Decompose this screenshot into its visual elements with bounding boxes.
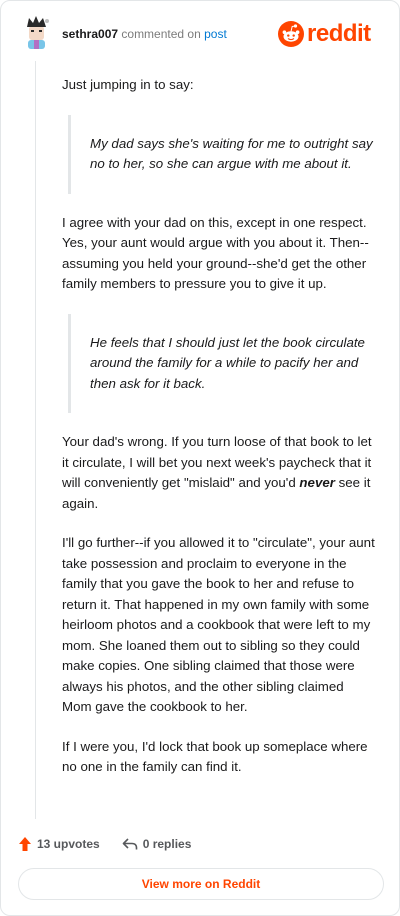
post-link[interactable]: post: [204, 27, 227, 41]
thread-line: [35, 61, 36, 819]
username-link[interactable]: sethra007: [62, 27, 118, 41]
quote-text: My dad says she's waiting for me to outr…: [90, 135, 373, 172]
comment-meta: sethra007 commented on post: [62, 27, 227, 41]
comment-paragraph: I agree with your dad on this, except in…: [62, 214, 369, 292]
comment-paragraph: Your dad's wrong. If you turn loose of t…: [62, 432, 375, 514]
comment-paragraph: If I were you, I'd lock that book up som…: [62, 738, 368, 775]
upvotes-label: 13 upvotes: [37, 837, 100, 851]
replies-label: 0 replies: [142, 837, 192, 851]
commented-on-text: commented on: [121, 27, 201, 41]
reddit-wordmark: reddit: [307, 20, 371, 47]
blockquote: My dad says she's waiting for me to outr…: [68, 114, 375, 194]
view-more-button[interactable]: View more on Reddit: [18, 868, 384, 900]
upvote-arrow-icon: [19, 837, 31, 851]
user-avatar[interactable]: [20, 15, 52, 49]
quote-text: He feels that I should just let the book…: [90, 334, 365, 391]
reddit-logo[interactable]: reddit: [278, 19, 371, 49]
comment-footer: 13 upvotes 0 replies: [18, 833, 213, 855]
comment-paragraph: I'll go further--if you allowed it to "c…: [62, 535, 375, 714]
reply-count[interactable]: 0 replies: [122, 837, 192, 851]
upvote-count[interactable]: 13 upvotes: [18, 836, 100, 852]
comment-body: Just jumping in to say: My dad says she'…: [62, 75, 375, 797]
avatar-icon: [27, 16, 49, 49]
reply-arrow-icon: [122, 838, 138, 850]
blockquote: He feels that I should just let the book…: [68, 313, 375, 413]
comment-paragraph: Just jumping in to say:: [62, 77, 194, 92]
emphasis-text: never: [299, 475, 335, 490]
comment-embed-card: sethra007 commented on post reddit Just …: [0, 0, 400, 916]
comment-header: sethra007 commented on post reddit: [1, 1, 399, 61]
reddit-snoo-icon: [278, 21, 304, 47]
